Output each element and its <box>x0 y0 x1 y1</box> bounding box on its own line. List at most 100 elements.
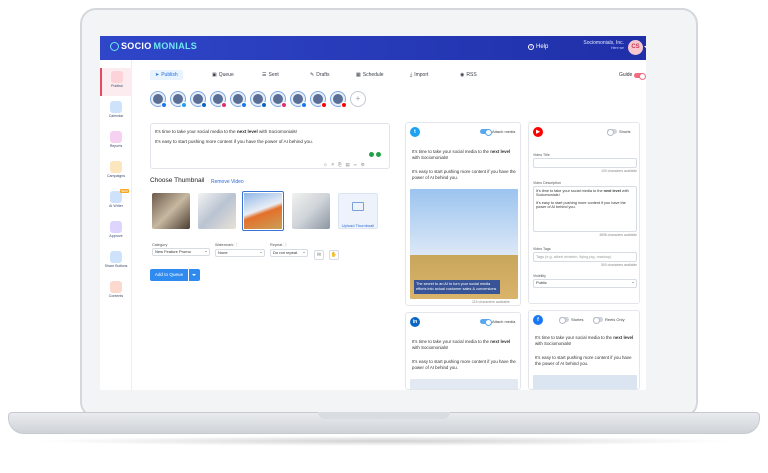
settings-icon[interactable]: ⚙ <box>361 162 365 168</box>
reports-icon <box>110 131 122 143</box>
grammar-check-icon[interactable] <box>376 152 381 157</box>
watermark-select[interactable]: None <box>215 249 265 257</box>
tab-sent[interactable]: ☰ Sent <box>262 70 279 80</box>
linkedin-post-text: It's time to take your social media to t… <box>412 339 516 351</box>
tab-rss[interactable]: ◉ RSS <box>460 70 477 80</box>
logo-text-main: SOCIO <box>121 41 152 51</box>
tab-queue[interactable]: ▣ Queue <box>212 70 234 80</box>
post-composer[interactable]: It's time to take your social media to t… <box>150 123 390 169</box>
image-icon[interactable]: ▤ <box>345 162 349 168</box>
visibility-select[interactable]: Public <box>533 279 637 288</box>
hand-icon[interactable]: ✋ <box>329 250 339 260</box>
stories-toggle[interactable]: Stories <box>559 317 584 324</box>
shorts-switch[interactable] <box>607 129 617 136</box>
category-select[interactable]: New Feature Promo <box>152 248 210 256</box>
reels-toggle[interactable]: Reels Only <box>593 317 625 324</box>
category-label: Category <box>152 243 210 247</box>
sidebar-item-share-buttons[interactable]: Share Buttons <box>100 248 132 276</box>
app-logo[interactable]: SOCIO MONIALS <box>110 41 197 51</box>
add-account-button[interactable]: + <box>350 91 366 107</box>
sidebar-item-ai-writer[interactable]: AI Writer NEW <box>100 188 132 216</box>
youtube-icon: ▶ <box>533 127 543 137</box>
guide-switch[interactable] <box>634 72 646 80</box>
sidebar-item-label: Contents <box>108 294 124 298</box>
avatar[interactable]: CS <box>628 40 643 55</box>
sidebar-item-campaigns[interactable]: Campaigns <box>100 158 132 186</box>
video-title-input[interactable] <box>533 158 637 168</box>
thumbnail-option[interactable] <box>292 193 330 229</box>
twitter-preview-card: t Attach media It's time to take your so… <box>405 122 521 306</box>
shorts-toggle[interactable]: Shorts <box>607 129 631 136</box>
attach-media-toggle[interactable]: Attach media <box>480 129 515 136</box>
contents-icon <box>110 281 122 293</box>
twitter-post-image: The secret to an AI to turn your social … <box>410 189 518 299</box>
linkedin-icon <box>261 102 267 108</box>
attach-media-switch[interactable] <box>480 129 492 136</box>
account-avatar[interactable] <box>310 91 327 108</box>
video-description-count: 4898 characters available <box>599 233 637 237</box>
email-icon[interactable]: ✉ <box>314 250 324 260</box>
tab-import[interactable]: ⤓ Import <box>410 70 428 80</box>
instagram-icon <box>281 102 287 108</box>
upload-thumbnail-button[interactable]: Upload Thumbnail <box>338 193 378 229</box>
account-avatar[interactable] <box>270 91 287 108</box>
facebook-preview-card: f Stories Reels Only It's time to take y… <box>528 310 640 390</box>
reels-switch[interactable] <box>593 317 603 324</box>
tab-publish[interactable]: ➤ Publish <box>150 70 183 80</box>
remove-video-link[interactable]: Remove Video <box>211 179 244 185</box>
thumbnail-option[interactable] <box>152 193 190 229</box>
account-avatar[interactable] <box>210 91 227 108</box>
account-avatar[interactable] <box>170 91 187 108</box>
chevron-down-icon[interactable] <box>644 46 646 48</box>
video-tags-input[interactable]: Tags (e.g. albert einstein, flying pig, … <box>533 252 637 262</box>
account-avatar[interactable] <box>230 91 247 108</box>
info-icon[interactable]: ⓘ <box>235 243 239 247</box>
attach-media-switch[interactable] <box>480 319 492 326</box>
tab-drafts[interactable]: ✎ Drafts <box>310 70 330 80</box>
thumbnail-option-selected[interactable] <box>242 191 284 231</box>
help-link[interactable]: ? Help <box>528 44 548 50</box>
image-upload-icon <box>352 202 364 211</box>
account-avatar[interactable] <box>190 91 207 108</box>
add-to-queue-button[interactable]: Add to Queue <box>150 269 188 281</box>
stories-label: Stories <box>571 317 584 322</box>
linkedin-preview-card: in Attach media It's time to take your s… <box>405 312 521 390</box>
shorts-label: Shorts <box>619 129 631 134</box>
sidebar-item-publish[interactable]: Publish <box>100 68 132 96</box>
repeat-field: Repeat ⓘ Do not repeat <box>270 243 308 257</box>
repeat-select[interactable]: Do not repeat <box>270 249 308 257</box>
account-subtitle: Here we <box>610 46 624 50</box>
hashtag-icon[interactable]: # <box>331 162 333 168</box>
location-icon[interactable] <box>369 152 374 157</box>
sidebar-item-calendar[interactable]: Calendar <box>100 98 132 126</box>
account-avatar[interactable] <box>250 91 267 108</box>
info-icon[interactable]: ⓘ <box>283 243 287 247</box>
send-icon <box>111 71 123 83</box>
trophy-icon <box>110 161 122 173</box>
account-avatar[interactable] <box>290 91 307 108</box>
account-info[interactable]: Sociomonials, Inc. Here we <box>572 40 624 50</box>
emoji-icon[interactable]: ☺ <box>323 162 327 168</box>
guide-toggle[interactable]: Guide <box>619 72 646 80</box>
link-icon[interactable]: ∞ <box>354 162 357 168</box>
video-description-input[interactable]: It's time to take your social media to t… <box>533 186 637 232</box>
composer-line-1: It's time to take your social media to t… <box>151 128 297 135</box>
tab-schedule[interactable]: ▦ Schedule <box>356 70 384 80</box>
sidebar-item-approve[interactable]: Approve <box>100 218 132 246</box>
sidebar-item-label: Calendar <box>108 114 124 118</box>
attach-icon[interactable]: ⎘ <box>338 162 342 168</box>
reels-label: Reels Only <box>605 317 625 322</box>
visibility-label: Visibility <box>533 274 546 278</box>
sidebar-item-reports[interactable]: Reports <box>100 128 132 156</box>
add-to-queue-dropdown[interactable] <box>189 269 200 281</box>
account-avatar[interactable] <box>330 91 347 108</box>
stories-switch[interactable] <box>559 317 569 324</box>
sidebar-item-contents[interactable]: Contents <box>100 278 132 306</box>
composer-text: It's time to take your social media to t… <box>155 129 237 134</box>
thumbnail-option[interactable] <box>198 193 236 229</box>
thumbnail-image <box>198 193 236 229</box>
category-field: Category New Feature Promo <box>152 243 210 256</box>
sidebar-item-label: Reports <box>109 144 123 148</box>
attach-media-toggle[interactable]: Attach media <box>480 319 515 326</box>
account-avatar[interactable] <box>150 91 167 108</box>
